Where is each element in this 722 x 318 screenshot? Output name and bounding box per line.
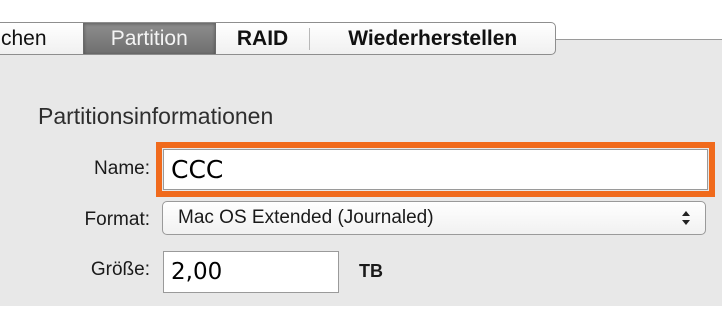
tab-loeschen[interactable]: chen [0, 23, 83, 54]
size-label: Größe: [90, 259, 150, 280]
name-label: Name: [94, 158, 150, 179]
up-down-arrows-icon [682, 211, 690, 225]
tab-baseline [556, 39, 722, 40]
size-unit: TB [359, 261, 383, 281]
format-select[interactable]: Mac OS Extended (Journaled) [162, 201, 706, 235]
format-select-value: Mac OS Extended (Journaled) [178, 207, 434, 228]
tab-raid[interactable]: RAID [216, 23, 310, 54]
bottom-strip [0, 306, 722, 318]
size-field[interactable] [163, 251, 339, 293]
tab-wiederherstellen[interactable]: Wiederherstellen [310, 23, 555, 54]
section-title: Partitionsinformationen [38, 103, 274, 129]
tab-partition[interactable]: Partition [82, 23, 216, 54]
name-field-highlight [156, 142, 715, 197]
format-label: Format: [84, 209, 150, 230]
tab-bar: chen Partition RAID Wiederherstellen [0, 22, 556, 55]
